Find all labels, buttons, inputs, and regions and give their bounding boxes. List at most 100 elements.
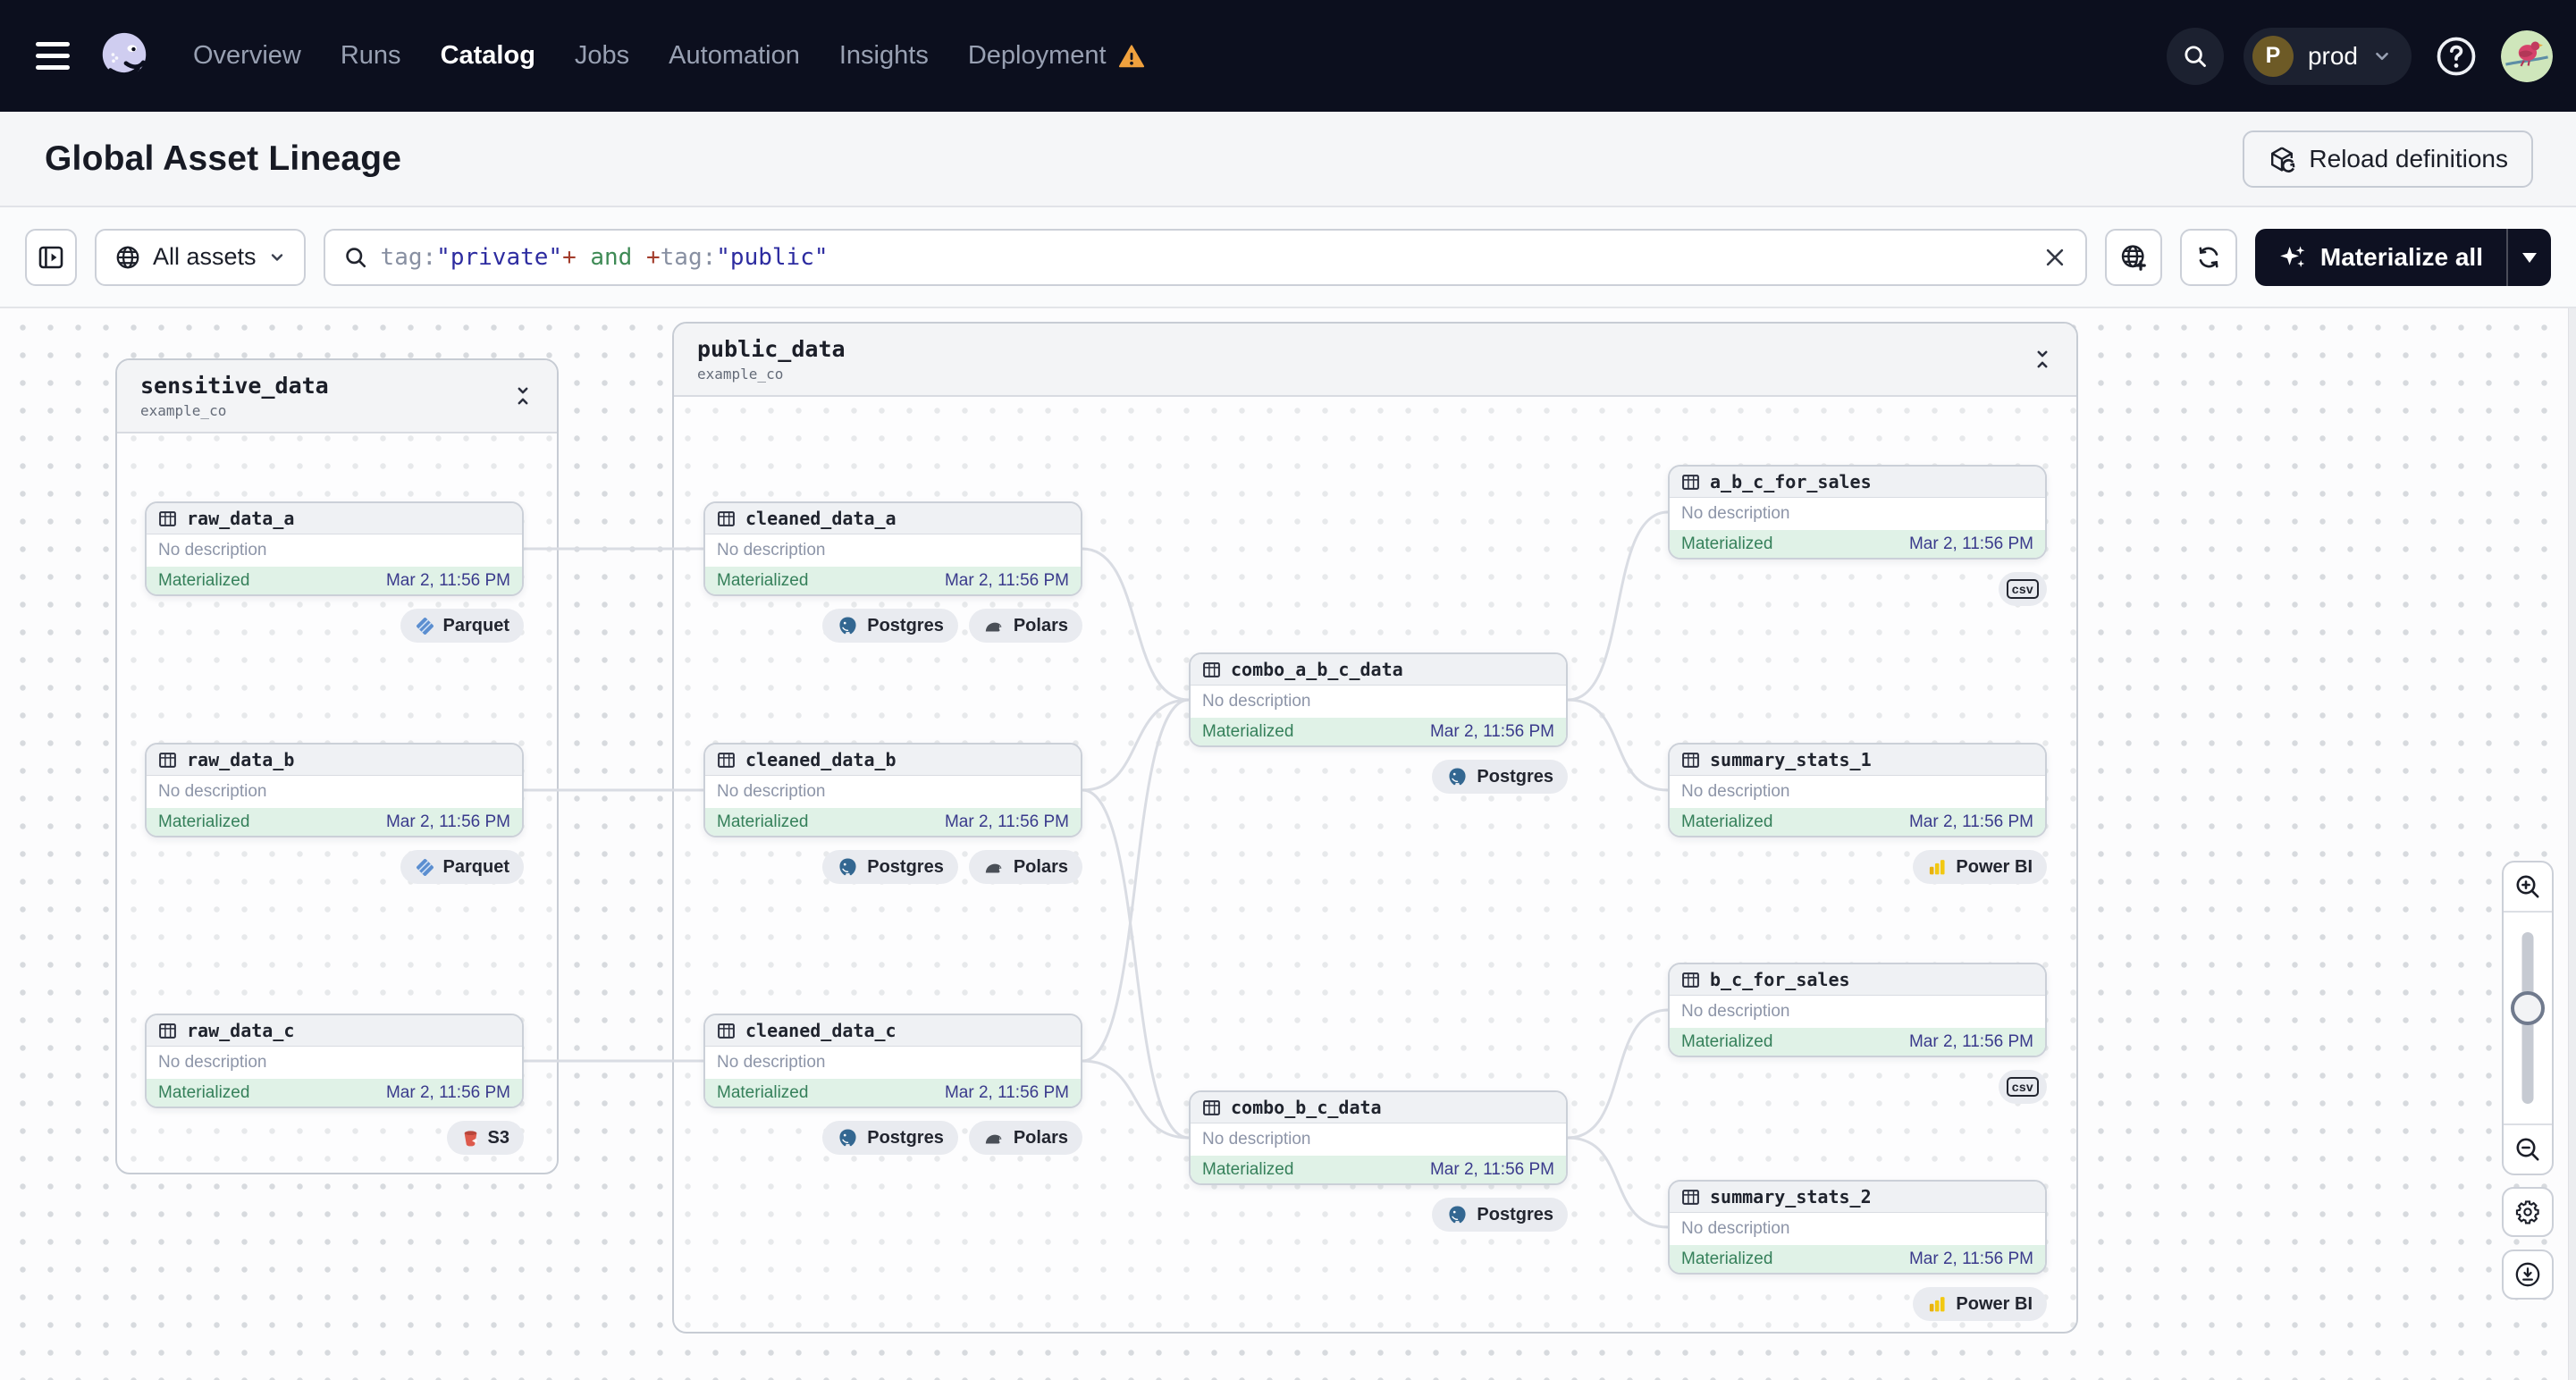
kind-badge-parquet: Parquet (400, 609, 524, 643)
asset-scope-dropdown[interactable]: All assets (95, 228, 306, 286)
asset-name: raw_data_c (187, 1020, 295, 1041)
materialization-timestamp[interactable]: Mar 2, 11:56 PM (945, 571, 1069, 591)
postgres-icon (837, 1127, 859, 1149)
asset-filter-input[interactable]: tag:"private"+ and +tag:"public" (323, 228, 2087, 286)
materialization-timestamp[interactable]: Mar 2, 11:56 PM (945, 812, 1069, 832)
materialization-timestamp[interactable]: Mar 2, 11:56 PM (386, 571, 510, 591)
nav-item-deployment[interactable]: Deployment (968, 41, 1145, 71)
materialization-timestamp[interactable]: Mar 2, 11:56 PM (1430, 1160, 1554, 1180)
kind-badge-csv: csv (1998, 572, 2047, 606)
materialize-all-split-button: Materialize all (2254, 228, 2551, 286)
clear-filter-button[interactable] (2042, 245, 2067, 270)
materialization-timestamp[interactable]: Mar 2, 11:56 PM (386, 1083, 510, 1103)
parquet-icon (415, 616, 435, 636)
collapse-group-icon[interactable] (512, 385, 534, 407)
asset-node-card[interactable]: cleaned_data_b No description Materializ… (703, 743, 1082, 837)
status-badge[interactable]: Materialized (1681, 1032, 1772, 1052)
table-icon (158, 509, 177, 528)
materialize-options-button[interactable] (2508, 229, 2551, 286)
group-header[interactable]: public_data example_co (674, 324, 2076, 397)
hamburger-menu-icon[interactable] (36, 42, 70, 70)
open-left-panel-button[interactable] (25, 228, 77, 286)
materialization-timestamp[interactable]: Mar 2, 11:56 PM (1909, 812, 2033, 832)
powerbi-icon (1927, 857, 1948, 878)
materialization-timestamp[interactable]: Mar 2, 11:56 PM (945, 1083, 1069, 1103)
dagster-logo-icon[interactable] (97, 29, 152, 84)
status-badge[interactable]: Materialized (1681, 812, 1772, 832)
asset-node-card[interactable]: raw_data_c No description Materialized M… (145, 1014, 524, 1108)
reload-definitions-button[interactable]: Reload definitions (2243, 130, 2533, 188)
asset-node-card[interactable]: cleaned_data_c No description Materializ… (703, 1014, 1082, 1108)
materialization-timestamp[interactable]: Mar 2, 11:56 PM (1430, 722, 1554, 742)
status-badge[interactable]: Materialized (1681, 1250, 1772, 1269)
kind-badge-polars: Polars (968, 609, 1082, 643)
asset-node-card[interactable]: combo_a_b_c_data No description Material… (1189, 652, 1568, 747)
kind-badge-label: Polars (1013, 615, 1068, 635)
asset-node-raw_data_b: raw_data_b No description Materialized M… (145, 743, 524, 884)
status-badge[interactable]: Materialized (1681, 534, 1772, 554)
status-badge[interactable]: Materialized (158, 812, 249, 832)
asset-node-card[interactable]: raw_data_a No description Materialized M… (145, 501, 524, 596)
asset-description: No description (705, 776, 1081, 808)
nav-item-runs[interactable]: Runs (341, 41, 401, 71)
polars-icon (983, 856, 1006, 879)
refresh-graph-button[interactable] (2179, 228, 2237, 286)
zoom-slider[interactable] (2504, 913, 2552, 1123)
user-avatar[interactable] (2501, 29, 2553, 82)
asset-node-card[interactable]: summary_stats_2 No description Materiali… (1668, 1180, 2047, 1275)
nav-item-label: Catalog (440, 41, 535, 70)
asset-node-card[interactable]: b_c_for_sales No description Materialize… (1668, 963, 2047, 1057)
status-badge[interactable]: Materialized (717, 812, 808, 832)
kind-badge-label: Power BI (1956, 1293, 2033, 1314)
asset-name: combo_a_b_c_data (1231, 659, 1403, 680)
status-badge[interactable]: Materialized (1202, 1160, 1293, 1180)
asset-node-card[interactable]: raw_data_b No description Materialized M… (145, 743, 524, 837)
kind-badge-label: Power BI (1956, 856, 2033, 877)
asset-status-bar: Materialized Mar 2, 11:56 PM (1670, 1245, 2045, 1273)
group-title: sensitive_data (140, 373, 329, 399)
asset-node-card[interactable]: combo_b_c_data No description Materializ… (1189, 1090, 1568, 1185)
download-image-button[interactable] (2502, 1250, 2554, 1300)
materialization-timestamp[interactable]: Mar 2, 11:56 PM (1909, 1250, 2033, 1269)
create-catalog-view-button[interactable] (2104, 228, 2162, 286)
status-badge[interactable]: Materialized (717, 571, 808, 591)
nav-item-overview[interactable]: Overview (193, 41, 301, 71)
query-segment-operator: and (576, 243, 646, 271)
kind-badge-label: Polars (1013, 1127, 1068, 1148)
group-header[interactable]: sensitive_data example_co (117, 360, 557, 433)
asset-node-cleaned_data_c: cleaned_data_c No description Materializ… (703, 1014, 1082, 1155)
asset-node-card[interactable]: summary_stats_1 No description Materiali… (1668, 743, 2047, 837)
materialization-timestamp[interactable]: Mar 2, 11:56 PM (1909, 1032, 2033, 1052)
status-badge[interactable]: Materialized (158, 571, 249, 591)
collapse-group-icon[interactable] (2032, 349, 2053, 370)
nav-item-jobs[interactable]: Jobs (575, 41, 629, 71)
nav-item-catalog[interactable]: Catalog (441, 41, 535, 71)
zoom-slider-thumb[interactable] (2511, 991, 2545, 1025)
asset-description: No description (705, 534, 1081, 567)
materialize-all-button[interactable]: Materialize all (2255, 229, 2506, 286)
status-badge[interactable]: Materialized (158, 1083, 249, 1103)
nav-item-automation[interactable]: Automation (669, 41, 800, 71)
polars-icon (983, 615, 1006, 637)
materialization-timestamp[interactable]: Mar 2, 11:56 PM (1909, 534, 2033, 554)
graph-settings-button[interactable] (2502, 1187, 2554, 1237)
asset-name: summary_stats_1 (1710, 749, 1872, 770)
nav-item-insights[interactable]: Insights (839, 41, 929, 71)
materialization-timestamp[interactable]: Mar 2, 11:56 PM (386, 812, 510, 832)
asset-kind-badges: Postgres (1189, 1198, 1568, 1232)
zoom-out-button[interactable] (2504, 1123, 2552, 1174)
lineage-canvas[interactable]: sensitive_data example_co public_data examp… (0, 308, 2576, 1380)
canvas-scrollbar[interactable] (2568, 308, 2576, 1380)
asset-node-card[interactable]: cleaned_data_a No description Materializ… (703, 501, 1082, 596)
asset-kind-badges: csv (1668, 572, 2047, 606)
status-badge[interactable]: Materialized (1202, 722, 1293, 742)
asset-node-a_b_c_for_sales: a_b_c_for_sales No description Materiali… (1668, 465, 2047, 606)
help-button[interactable] (2431, 31, 2481, 81)
asset-node-cleaned_data_b: cleaned_data_b No description Materializ… (703, 743, 1082, 884)
environment-switcher[interactable]: P prod (2243, 27, 2412, 85)
asset-node-card[interactable]: a_b_c_for_sales No description Materiali… (1668, 465, 2047, 560)
sparkle-icon (2278, 243, 2307, 272)
search-button[interactable] (2166, 27, 2224, 85)
status-badge[interactable]: Materialized (717, 1083, 808, 1103)
zoom-in-button[interactable] (2504, 862, 2552, 913)
